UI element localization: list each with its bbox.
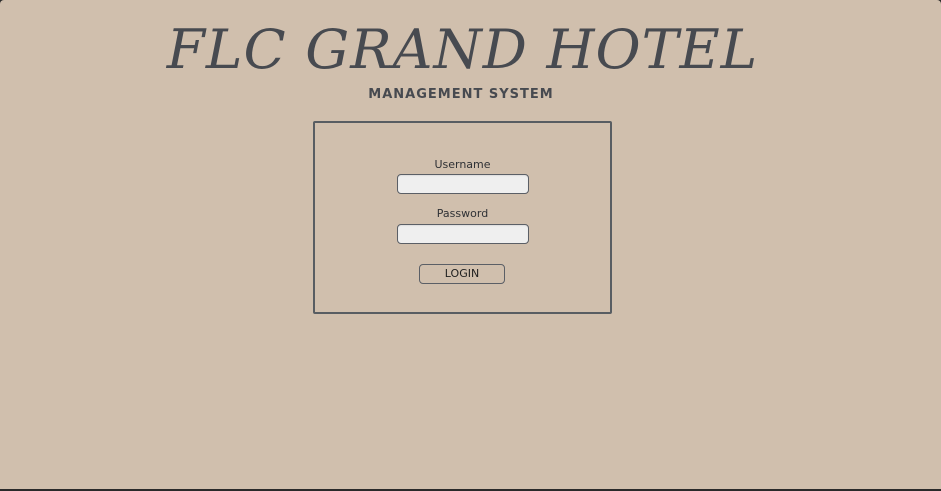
login-button[interactable]: LOGIN [419,264,505,284]
username-label: Username [434,158,491,171]
page-background: FLC GRAND HOTEL MANAGEMENT SYSTEM Userna… [0,0,941,489]
system-subtitle: MANAGEMENT SYSTEM [368,87,554,102]
username-input[interactable] [397,174,529,194]
password-label: Password [436,207,489,220]
login-panel: Username Password LOGIN [313,121,612,314]
hotel-title: FLC GRAND HOTEL [166,18,759,81]
password-input[interactable] [397,224,529,244]
